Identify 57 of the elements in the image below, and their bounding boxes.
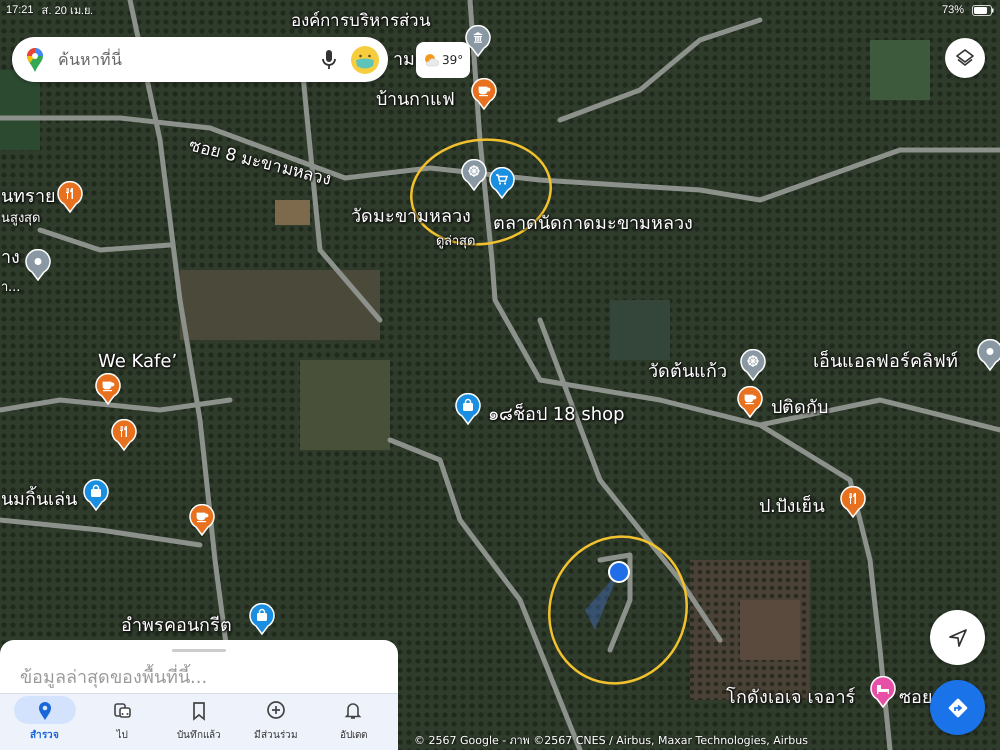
plus-circle-icon [266,700,286,720]
battery-icon [972,4,994,16]
temperature-text: 39° [442,52,464,66]
cafe-pin-icon[interactable] [189,504,215,536]
weather-chip[interactable]: 39° [416,42,470,78]
place-pin-icon[interactable] [25,249,51,281]
battery-percent: 73% [942,4,964,16]
place-subtitle: นสูงสุด [0,210,41,228]
nav-tab[interactable]: มีส่วนร่วม [240,696,312,750]
dharma-wheel-pin-icon[interactable] [740,349,766,381]
dharma-wheel-pin-icon[interactable] [461,159,487,191]
place-label[interactable]: โกดังเอเจ เจอาร์ [725,683,857,713]
sheet-heading: ข้อมูลล่าสุดของพื้นที่นี้... [20,664,398,692]
drag-handle[interactable] [172,649,226,652]
status-time: 17:21 [6,4,34,16]
place-label[interactable]: ปติดกับ [770,393,829,423]
shopping-bag-pin-icon[interactable] [249,603,275,635]
sun-cloud-icon [423,52,439,66]
museum-pin-icon[interactable] [465,25,491,57]
place-label[interactable]: าง [0,243,21,273]
place-label[interactable]: ป.ปังเย็น [758,492,826,522]
restaurant-pin-icon[interactable] [57,181,83,213]
place-pin-icon[interactable] [977,339,1000,371]
maps-logo-icon [26,46,44,72]
place-label[interactable]: ๑๘ช็อป 18 shop [487,400,626,430]
place-label[interactable]: บ้านกาแฟ [375,85,456,115]
place-label[interactable]: นมกิ้นเล่น [0,485,78,515]
cafe-pin-icon[interactable] [471,78,497,110]
cafe-pin-icon[interactable] [737,386,763,418]
place-label[interactable]: วัดต้นแก้ว [647,357,728,387]
shopping-bag-pin-icon[interactable] [83,479,109,511]
map-attribution: © 2567 Google - ภาพ ©2567 CNES / Airbus, Maxar Technologies, Airbus [414,733,808,749]
place-label[interactable]: องค์การบริหารส่วน [290,8,432,36]
restaurant-pin-icon[interactable] [840,486,866,518]
nav-tab[interactable]: อัปเดต [317,696,390,750]
microphone-icon[interactable] [322,50,336,70]
nav-tab[interactable]: บันทึกแล้ว [162,696,235,750]
navigation-arrow-icon [948,628,968,648]
search-bar[interactable]: ค้นหาที่นี่ [12,37,388,82]
cart-pin-icon[interactable] [489,167,515,199]
nav-tab[interactable]: ไป [86,696,158,750]
status-date: ส. 20 เม.ย. [42,4,94,19]
restaurant-pin-icon[interactable] [111,419,137,451]
street-label: ซอย [898,686,934,710]
place-label[interactable]: เอ็นแอลฟอร์คลิฟท์ [812,347,959,377]
layers-icon [955,48,975,68]
nav-tab[interactable]: สำรวจ [8,696,81,750]
place-label[interactable]: We Kafe’ [97,347,178,377]
place-label[interactable]: าม [392,45,416,75]
place-label[interactable]: นทราย [0,182,57,212]
bed-pin-icon[interactable] [870,676,896,708]
search-input[interactable]: ค้นหาที่นี่ [58,42,308,76]
current-location-dot [585,561,630,630]
shopping-bag-pin-icon[interactable] [455,393,481,425]
place-label[interactable]: อำพรคอนกรีต [120,611,233,641]
cafe-pin-icon[interactable] [95,373,121,405]
place-subtitle: า... [0,278,22,297]
